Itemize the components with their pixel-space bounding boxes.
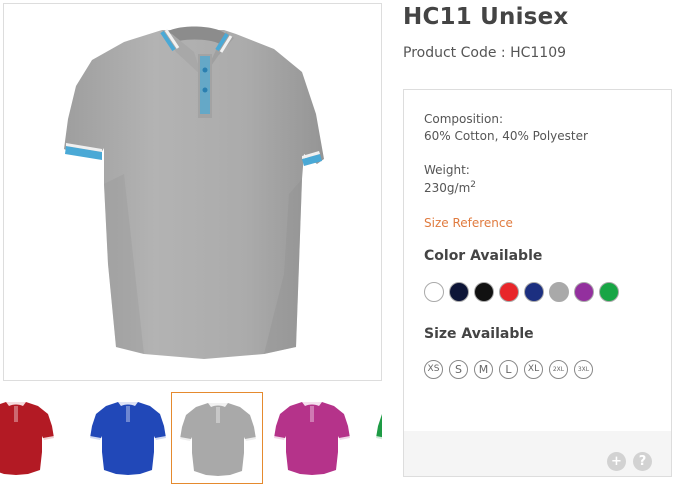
size-option[interactable]: L [499,360,518,379]
panel-footer: + ? [404,431,671,476]
size-reference-link[interactable]: Size Reference [424,216,513,230]
product-details-panel: Composition: 60% Cotton, 40% Polyester W… [403,89,672,477]
plus-icon[interactable]: + [607,452,626,471]
composition-value: 60% Cotton, 40% Polyester [424,129,588,143]
size-option[interactable]: XS [424,360,443,379]
color-swatch[interactable] [449,282,469,302]
size-option[interactable]: M [474,360,493,379]
thumbnail-grey-selected[interactable] [171,392,263,484]
weight-superscript: 2 [470,180,476,190]
thumbnail-magenta[interactable] [266,392,358,484]
color-swatch[interactable] [574,282,594,302]
weight-number: 230g/m [424,181,471,195]
product-code: Product Code : HC1109 [403,45,566,61]
polo-shirt-image [64,26,324,359]
composition-label: Composition: [424,112,503,126]
color-available-heading: Color Available [424,248,543,264]
color-swatch[interactable] [599,282,619,302]
thumbnail-strip [0,392,382,484]
product-code-value: HC1109 [510,45,567,61]
weight-label: Weight: [424,163,470,177]
size-option[interactable]: S [449,360,468,379]
product-code-label: Product Code : [403,45,511,61]
thumbnail-green[interactable] [368,392,382,484]
color-swatch[interactable] [424,282,444,302]
help-icon[interactable]: ? [633,452,652,471]
weight-value: 230g/m2 [424,180,476,195]
color-swatch[interactable] [474,282,494,302]
main-product-image [3,3,382,381]
size-option[interactable]: XL [524,360,543,379]
color-swatch[interactable] [524,282,544,302]
size-available-heading: Size Available [424,326,534,342]
size-option[interactable]: 3XL [574,360,593,379]
size-option[interactable]: 2XL [549,360,568,379]
color-swatch[interactable] [549,282,569,302]
thumbnail-red[interactable] [0,392,62,484]
color-swatch[interactable] [499,282,519,302]
thumbnail-blue[interactable] [82,392,174,484]
product-title: HC11 Unisex [403,4,569,30]
